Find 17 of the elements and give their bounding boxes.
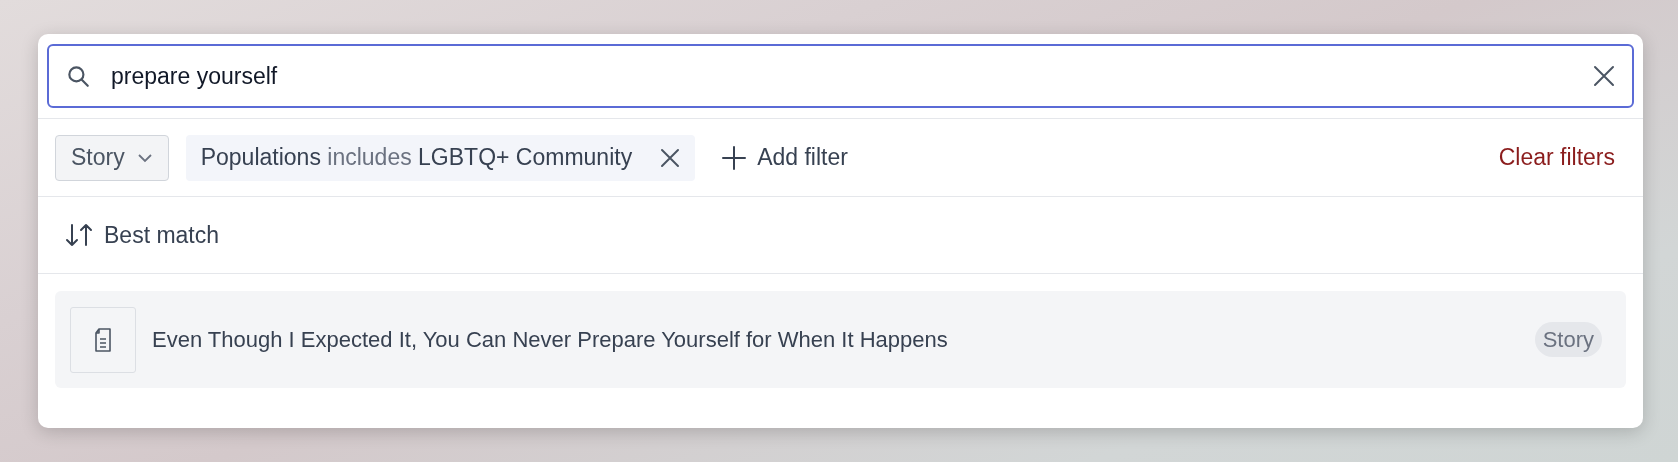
type-tag: Story: [1534, 322, 1602, 357]
type-dropdown[interactable]: Story: [55, 134, 169, 181]
search-input-text[interactable]: prepare yourself: [111, 58, 1592, 94]
result-title: Even Though I Expected It, You Can Never Prepare Yourself for When It Happens: [152, 326, 949, 354]
filter-text: Populations includes LGBTQ+ Community: [200, 143, 633, 173]
sort-button[interactable]: Best match: [104, 217, 220, 253]
chevron-down-icon: [136, 152, 153, 163]
search-field[interactable]: prepare yourself: [47, 44, 1634, 108]
clear-filters-link[interactable]: Clear filters: [1498, 140, 1615, 175]
document-icon: [70, 306, 136, 373]
close-icon[interactable]: [1592, 64, 1616, 88]
sort-icon: [64, 222, 94, 248]
result-row[interactable]: Even Though I Expected It, You Can Never Prepare Yourself for When It Happens Story: [55, 291, 1626, 388]
search-icon: [65, 63, 91, 89]
remove-icon[interactable]: [660, 147, 681, 168]
add-filter-button[interactable]: Add filter: [721, 140, 848, 175]
plus-icon: [721, 144, 748, 171]
